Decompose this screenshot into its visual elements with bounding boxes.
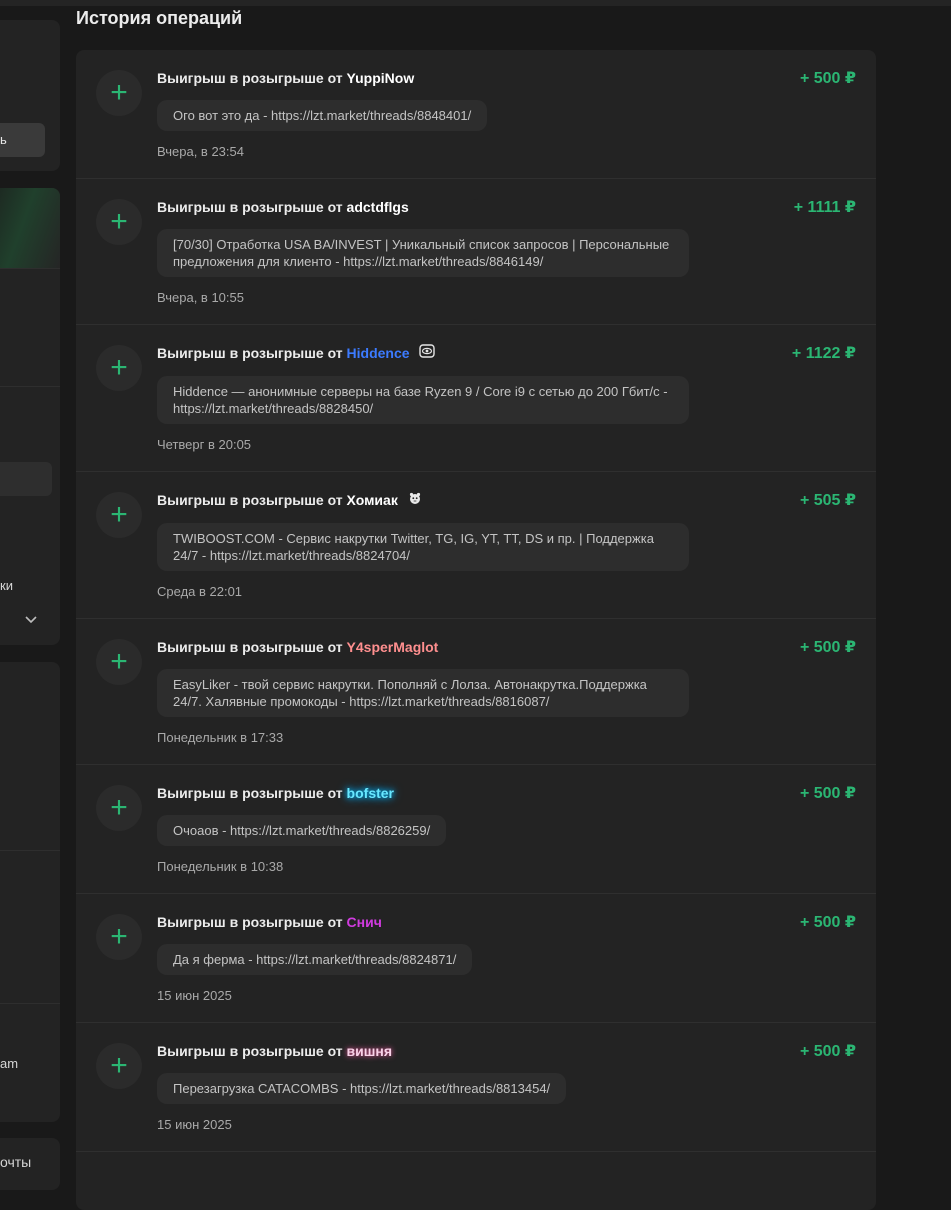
sidebar-balance-block: ь <box>0 20 60 171</box>
username-link[interactable]: Снич <box>347 914 382 930</box>
sidebar-item-active[interactable] <box>0 462 52 496</box>
username-link[interactable]: bofster <box>347 785 394 801</box>
operation-title: Выигрыш в розыгрыше от Хомиак <box>157 490 856 511</box>
username-link[interactable]: Hiddence <box>347 345 410 361</box>
operation-item: + Выигрыш в розыгрыше от adctdflgs + 111… <box>76 179 876 325</box>
username-link[interactable]: adctdflgs <box>347 199 409 215</box>
plus-icon: + <box>96 639 142 685</box>
sidebar-item-label[interactable]: очты <box>0 1154 31 1170</box>
operation-amount: + 500 ₽ <box>799 785 856 802</box>
username-link[interactable]: вишня <box>347 1043 393 1059</box>
operation-comment: EasyLiker - твой сервис накрутки. Пополн… <box>157 669 689 717</box>
operation-date: Среда в 22:01 <box>157 584 243 599</box>
operation-title: Выигрыш в розыгрыше от bofster <box>157 785 394 801</box>
operation-date: Понедельник в 10:38 <box>157 859 284 874</box>
operation-date: Четверг в 20:05 <box>157 437 252 452</box>
page-title: История операций <box>76 8 243 28</box>
username-link[interactable]: Y4sperMaglot <box>347 639 439 655</box>
operation-date: Вчера, в 23:54 <box>157 144 244 159</box>
operation-item: + Выигрыш в розыгрыше от Hiddence + 1122… <box>76 325 876 472</box>
operation-title: Выигрыш в розыгрыше от Снич <box>157 914 382 930</box>
operation-amount: + 500 ₽ <box>799 70 856 87</box>
operation-title: Выигрыш в розыгрыше от вишня <box>157 1043 393 1059</box>
operation-title: Выигрыш в розыгрыше от Hiddence <box>157 343 856 364</box>
operation-amount: + 500 ₽ <box>799 914 856 931</box>
operations-list: + Выигрыш в розыгрыше от YuppiNow + 500 … <box>76 50 876 1210</box>
operation-item: + Выигрыш в розыгрыше от Y4sperMaglot + … <box>76 619 876 765</box>
sidebar-settings-block: am <box>0 662 60 1122</box>
eye-icon <box>419 344 436 361</box>
operation-comment: Да я ферма - https://lzt.market/threads/… <box>157 944 473 975</box>
sidebar-item-label[interactable]: ки <box>0 578 13 593</box>
plus-icon: + <box>96 345 142 391</box>
operation-comment: Перезагрузка CATACOMBS - https://lzt.mar… <box>157 1073 567 1104</box>
operation-date: Вчера, в 10:55 <box>157 290 244 305</box>
operation-amount: + 500 ₽ <box>799 639 856 656</box>
plus-icon: + <box>96 1043 142 1089</box>
plus-icon: + <box>96 785 142 831</box>
plus-icon: + <box>96 914 142 960</box>
operation-item: + Выигрыш в розыгрыше от bofster + 500 ₽… <box>76 765 876 894</box>
top-bar <box>0 0 951 6</box>
operation-item: + Выигрыш в розыгрыше от вишня + 500 ₽ П… <box>76 1023 876 1152</box>
sidebar-action-button[interactable]: ь <box>0 123 45 157</box>
plus-icon: + <box>96 492 142 538</box>
hamster-icon <box>408 492 422 508</box>
operation-date: 15 июн 2025 <box>157 1117 232 1132</box>
operation-comment: Очоаов - https://lzt.market/threads/8826… <box>157 815 447 846</box>
username-link[interactable]: YuppiNow <box>347 70 415 86</box>
sidebar-item-label[interactable]: am <box>0 1056 18 1071</box>
plus-icon: + <box>96 70 142 116</box>
operation-title: Выигрыш в розыгрыше от YuppiNow <box>157 70 415 86</box>
operation-comment: Hiddence — анонимные серверы на базе Ryz… <box>157 376 689 424</box>
operation-amount: + 1122 ₽ <box>791 345 856 362</box>
operation-date: Понедельник в 17:33 <box>157 730 284 745</box>
sidebar-nav-block: ки <box>0 188 60 645</box>
operation-item: + Выигрыш в розыгрыше от Снич + 500 ₽ Да… <box>76 894 876 1023</box>
operation-comment: TWIBOOST.COM - Сервис накрутки Twitter, … <box>157 523 689 571</box>
sidebar-banner[interactable] <box>0 188 60 268</box>
divider <box>0 850 60 851</box>
operation-title: Выигрыш в розыгрыше от adctdflgs <box>157 199 409 215</box>
operation-amount: + 500 ₽ <box>799 1043 856 1060</box>
operation-date: 15 июн 2025 <box>157 988 232 1003</box>
operation-title: Выигрыш в розыгрыше от Y4sperMaglot <box>157 639 439 655</box>
plus-icon: + <box>96 199 142 245</box>
divider <box>0 386 60 387</box>
operation-comment: [70/30] Отработка USA BA/INVEST | Уникал… <box>157 229 689 277</box>
sidebar-mail-block: очты <box>0 1138 60 1190</box>
chevron-down-icon[interactable] <box>24 614 38 628</box>
operation-item: + Выигрыш в розыгрыше от Хомиак + 505 ₽ … <box>76 472 876 619</box>
username-link[interactable]: Хомиак <box>347 492 398 508</box>
operation-amount: + 1111 ₽ <box>793 199 856 216</box>
operation-amount: + 505 ₽ <box>799 492 856 509</box>
operation-comment: Ого вот это да - https://lzt.market/thre… <box>157 100 488 131</box>
divider <box>0 268 60 269</box>
divider <box>0 1003 60 1004</box>
operation-item: + Выигрыш в розыгрыше от YuppiNow + 500 … <box>76 50 876 179</box>
